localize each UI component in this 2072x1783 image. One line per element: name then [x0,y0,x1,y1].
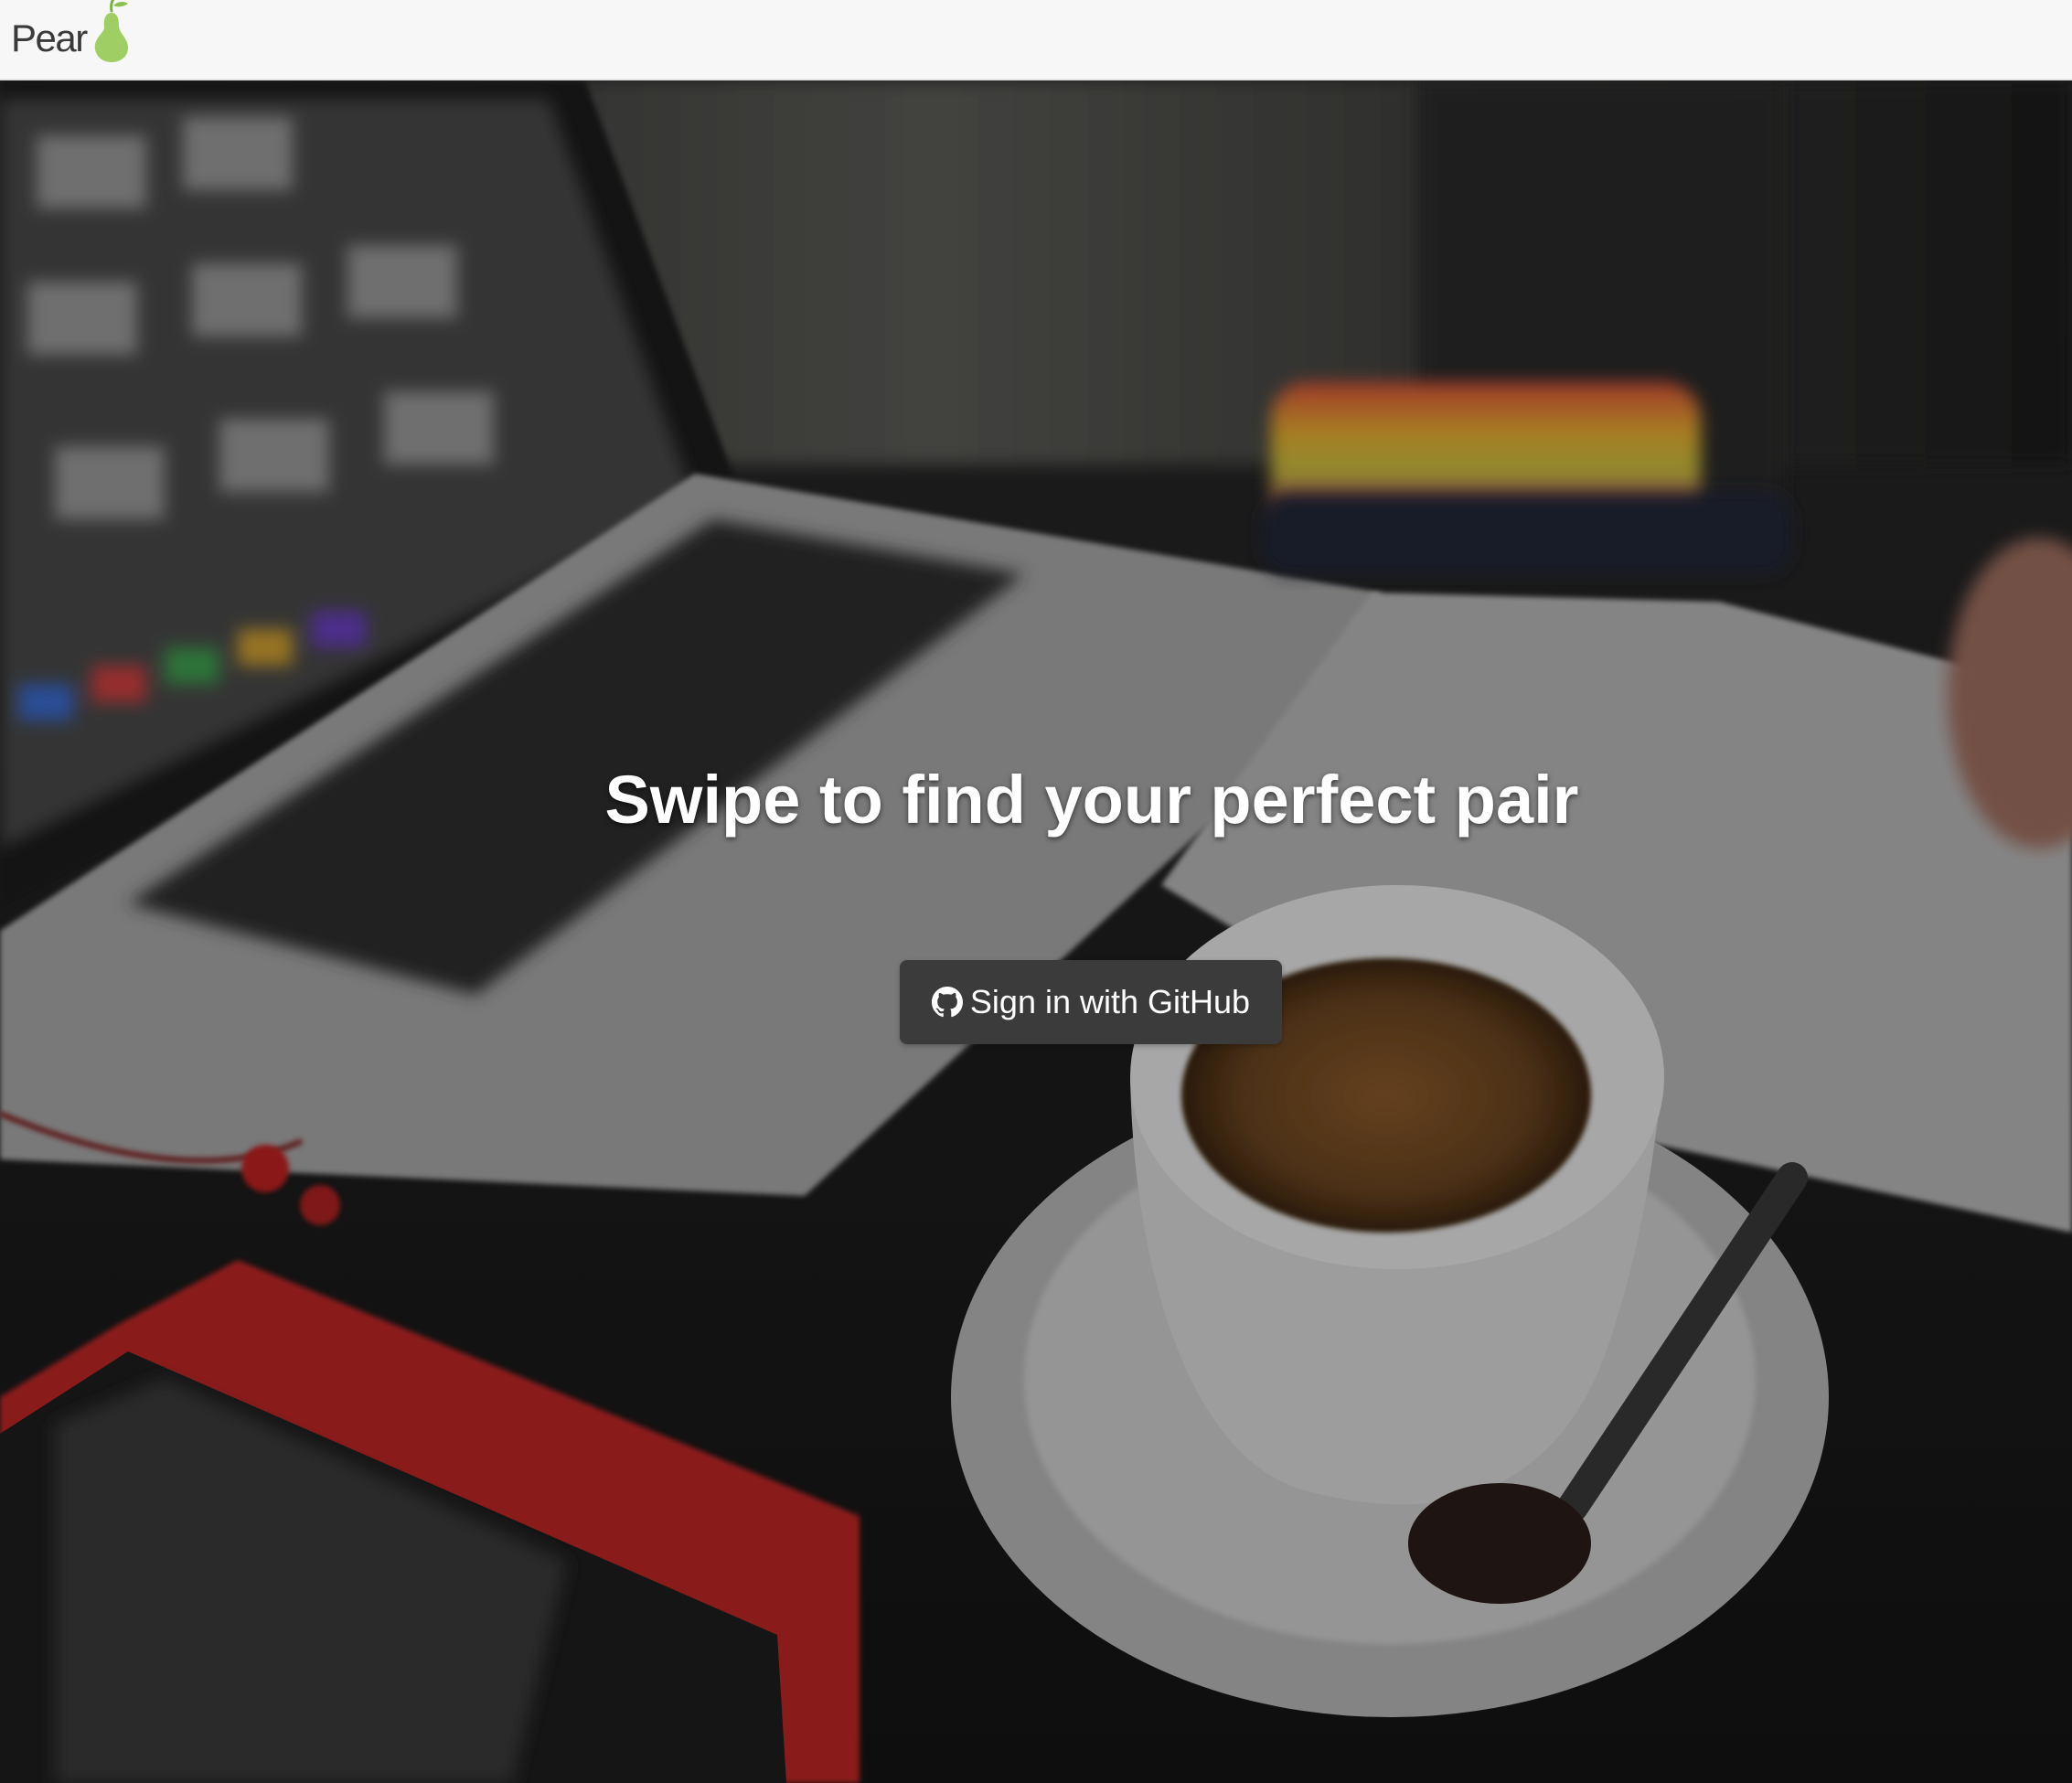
hero-section: Swipe to find your perfect pair Sign in … [0,80,2072,1783]
sign-in-button-label: Sign in with GitHub [969,983,1251,1020]
brand-name: Pear [11,16,88,59]
hero-headline: Swipe to find your perfect pair [604,762,1579,838]
pear-icon [94,0,128,62]
top-navbar: Pear [0,0,2072,80]
hero-dark-overlay [0,80,2072,1783]
sign-in-with-github-button[interactable]: Sign in with GitHub [900,960,1282,1044]
github-icon [931,987,963,1018]
